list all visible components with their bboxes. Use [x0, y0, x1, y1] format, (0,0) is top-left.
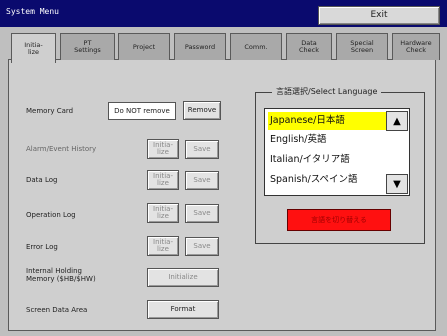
error-log-label: Error Log	[26, 243, 58, 251]
switch-language-button[interactable]: 言語を切り替える	[287, 209, 391, 231]
internal-memory-label: Internal Holding Memory ($HB/$HW)	[26, 267, 96, 283]
memory-card-status: Do NOT remove	[108, 102, 176, 120]
data-log-label: Data Log	[26, 176, 58, 184]
data-log-initialize-button[interactable]: Initia- lize	[147, 170, 179, 190]
scroll-down-button[interactable]: ▼	[386, 174, 408, 194]
internal-memory-initialize-button[interactable]: Initialize	[147, 268, 219, 287]
tab-data-check[interactable]: Data Check	[286, 33, 332, 60]
scroll-up-arrow-icon: ▲	[393, 115, 401, 127]
tab-password[interactable]: Password	[174, 33, 226, 60]
alarm-history-initialize-button[interactable]: Initia- lize	[147, 139, 179, 159]
language-group-title: 言語選択/Select Language	[272, 86, 382, 97]
tab-project[interactable]: Project	[118, 33, 170, 60]
language-option-japanese[interactable]: Japanese/日本語	[268, 112, 386, 130]
remove-button[interactable]: Remove	[183, 101, 221, 120]
tab-pt-settings[interactable]: PT Settings	[60, 33, 115, 60]
alarm-history-label: Alarm/Event History	[26, 145, 97, 153]
language-option-spanish[interactable]: Spanish/スペイン語	[268, 171, 386, 189]
language-option-italian[interactable]: Italian/イタリア語	[268, 151, 386, 169]
tab-special-screen[interactable]: Special Screen	[336, 33, 388, 60]
language-option-english[interactable]: English/英語	[268, 131, 386, 149]
operation-log-save-button[interactable]: Save	[185, 204, 219, 223]
window-title: System Menu	[6, 7, 59, 16]
alarm-history-save-button[interactable]: Save	[185, 140, 219, 159]
tab-hardware-check[interactable]: Hardware Check	[392, 33, 440, 60]
tab-initialize[interactable]: Initia- lize	[11, 33, 56, 63]
scroll-down-arrow-icon: ▼	[393, 178, 401, 190]
operation-log-label: Operation Log	[26, 211, 76, 219]
data-log-save-button[interactable]: Save	[185, 171, 219, 190]
memory-card-label: Memory Card	[26, 107, 74, 115]
tab-comm[interactable]: Comm.	[230, 33, 282, 60]
screen-data-area-label: Screen Data Area	[26, 306, 88, 314]
format-button[interactable]: Format	[147, 300, 219, 319]
error-log-save-button[interactable]: Save	[185, 237, 219, 256]
operation-log-initialize-button[interactable]: Initia- lize	[147, 203, 179, 223]
exit-button[interactable]: Exit	[318, 6, 440, 25]
scroll-up-button[interactable]: ▲	[386, 111, 408, 131]
error-log-initialize-button[interactable]: Initia- lize	[147, 236, 179, 256]
